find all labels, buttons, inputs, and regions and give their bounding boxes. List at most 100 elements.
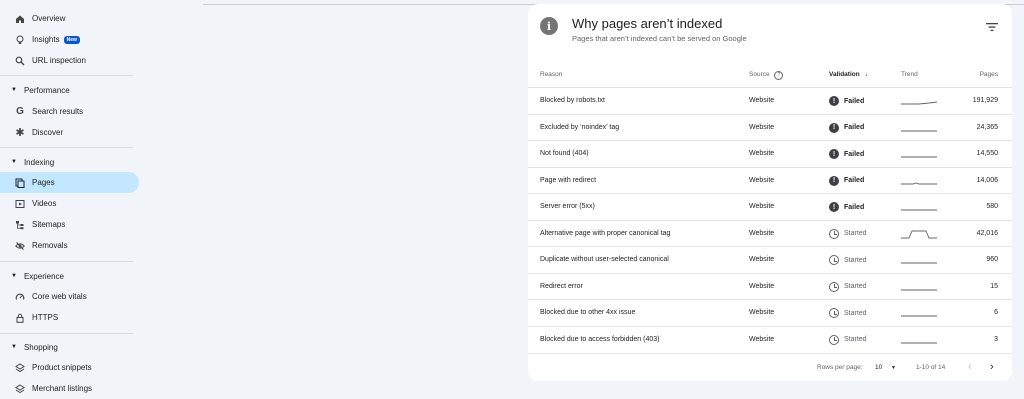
- reason-cell: Alternative page with proper canonical t…: [540, 229, 671, 237]
- new-badge: New: [63, 35, 80, 44]
- column-header-source[interactable]: Source ?: [749, 71, 784, 80]
- gauge-icon: [14, 291, 26, 303]
- table-header: Reason Source ? Validation ↓ Trend Pages: [528, 66, 1012, 86]
- validation-label: Failed: [844, 150, 865, 158]
- reason-cell: Not found (404): [540, 150, 589, 157]
- sort-arrow-down-icon: ↓: [864, 71, 868, 78]
- table-row[interactable]: Blocked due to access forbidden (403) Web…: [528, 325, 1012, 353]
- validation-label: Failed: [844, 97, 865, 105]
- trend-sparkline: [901, 230, 937, 238]
- column-header-reason[interactable]: Reason: [540, 71, 562, 78]
- table-row[interactable]: Server error (5xx) Website! Failed 580: [528, 193, 1012, 220]
- pages-count-cell: 6: [994, 309, 998, 316]
- reason-cell: Excluded by ‘noindex’ tag: [540, 123, 620, 131]
- validation-label: Failed: [844, 203, 865, 211]
- sidebar-item-overview[interactable]: Overview: [0, 8, 139, 29]
- sidebar-item-search-results[interactable]: G Search results: [0, 101, 139, 122]
- validation-status: Started: [829, 308, 867, 318]
- reason-cell: Redirect error: [540, 282, 583, 290]
- lightbulb-icon: [14, 34, 26, 46]
- pages-count-cell: 15: [990, 282, 998, 290]
- validation-label: Started: [844, 283, 867, 290]
- section-indexing-toggle[interactable]: ▼ Indexing: [0, 153, 140, 171]
- column-header-pages[interactable]: Pages: [980, 71, 998, 78]
- search-icon: [14, 55, 26, 67]
- rows-per-page-select[interactable]: 10 ▼: [875, 364, 896, 371]
- table-row[interactable]: Duplicate without user-selected canonica…: [528, 246, 1012, 273]
- trend-sparkline: [901, 130, 937, 131]
- sidebar-item-removals[interactable]: Removals: [0, 235, 139, 256]
- error-icon: !: [829, 149, 839, 159]
- source-cell: Website: [749, 256, 775, 263]
- pages-count-cell: 24,365: [976, 123, 998, 131]
- not-indexed-card: i Why pages aren’t indexed Pages that ar…: [528, 4, 1012, 381]
- pages-count-cell: 42,016: [976, 229, 998, 237]
- table-pagination: Rows per page: 10 ▼ 1-10 of 14 ‹ ›: [528, 353, 1012, 380]
- filter-icon[interactable]: [986, 22, 998, 32]
- trend-sparkline: [901, 182, 937, 184]
- source-cell: Website: [749, 150, 775, 157]
- clock-icon: [829, 281, 839, 292]
- error-icon: !: [829, 96, 839, 106]
- table-row[interactable]: Excluded by ‘noindex’ tag Website! Failed 2…: [528, 113, 1012, 141]
- sidebar-item-https[interactable]: HTTPS: [0, 307, 139, 328]
- table-row[interactable]: Redirect error Website Started 15: [528, 272, 1012, 300]
- next-page-button[interactable]: ›: [990, 361, 994, 373]
- trend-sparkline: [901, 315, 937, 317]
- sitemap-icon: [14, 219, 26, 231]
- section-performance-toggle[interactable]: ▼ Performance: [0, 81, 140, 99]
- sidebar-divider: [0, 333, 133, 334]
- validation-status: ! Failed: [829, 149, 864, 159]
- reason-cell: Blocked due to other 4xx issue: [540, 309, 636, 316]
- sidebar-item-product-snippets[interactable]: Product snippets: [0, 357, 139, 378]
- table-row[interactable]: Blocked by robots.txt Website! Failed 191,9…: [528, 87, 1012, 114]
- section-shopping-toggle[interactable]: ▼ Shopping: [0, 338, 140, 356]
- help-icon[interactable]: ?: [774, 71, 784, 80]
- reason-cell: Duplicate without user-selected canonica…: [540, 256, 669, 263]
- table-row[interactable]: Blocked due to other 4xx issue Website Sta…: [528, 299, 1012, 326]
- eye-off-icon: [14, 240, 26, 252]
- sidebar-item-merchant-listings[interactable]: Merchant listings: [0, 378, 139, 399]
- trend-sparkline: [901, 101, 937, 105]
- source-cell: Website: [749, 203, 775, 210]
- pages-count-cell: 191,929: [972, 97, 998, 104]
- validation-status: ! Failed: [829, 202, 864, 212]
- prev-page-button[interactable]: ‹: [968, 361, 972, 373]
- source-cell: Website: [749, 309, 775, 316]
- sidebar-divider: [0, 147, 133, 148]
- table-row[interactable]: Not found (404) Website! Failed 14,550: [528, 140, 1012, 167]
- dropdown-arrow-icon: ▼: [891, 365, 896, 371]
- pages-count-cell: 3: [994, 335, 998, 343]
- sidebar-item-insights[interactable]: Insights New: [0, 29, 139, 50]
- column-header-trend: Trend: [901, 71, 918, 78]
- sidebar-item-discover[interactable]: ✱ Discover: [0, 122, 139, 143]
- trend-sparkline: [901, 289, 937, 290]
- reason-cell: Blocked by robots.txt: [540, 97, 605, 104]
- sidebar-item-url-inspection[interactable]: URL inspection: [0, 50, 139, 71]
- clock-icon: [829, 308, 839, 318]
- sidebar-item-sitemaps[interactable]: Sitemaps: [0, 214, 139, 235]
- source-cell: Website: [749, 229, 775, 237]
- sidebar-item-core-web-vitals[interactable]: Core web vitals: [0, 286, 139, 307]
- validation-status: Started: [829, 334, 867, 345]
- table-row[interactable]: Alternative page with proper canonical t…: [528, 219, 1012, 247]
- rows-per-page-label: Rows per page:: [817, 364, 863, 371]
- source-cell: Website: [749, 282, 775, 290]
- validation-status: ! Failed: [829, 96, 864, 106]
- reason-cell: Page with redirect: [540, 176, 597, 184]
- validation-label: Started: [844, 256, 867, 264]
- validation-label: Started: [844, 336, 867, 343]
- column-header-validation[interactable]: Validation ↓: [829, 71, 868, 78]
- layers-icon: [14, 362, 26, 374]
- table-row[interactable]: Page with redirect Website! Failed 14,006: [528, 166, 1012, 194]
- sidebar-item-videos[interactable]: Videos: [0, 193, 139, 214]
- google-g-icon: G: [16, 106, 24, 117]
- clock-icon: [829, 334, 839, 345]
- caret-down-icon: ▼: [11, 159, 17, 165]
- source-cell: Website: [749, 97, 775, 104]
- trend-sparkline: [901, 209, 937, 211]
- reason-cell: Blocked due to access forbidden (403): [540, 335, 660, 343]
- home-icon: [14, 13, 26, 25]
- sidebar-item-pages[interactable]: Pages: [0, 172, 139, 193]
- section-experience-toggle[interactable]: ▼ Experience: [0, 267, 140, 285]
